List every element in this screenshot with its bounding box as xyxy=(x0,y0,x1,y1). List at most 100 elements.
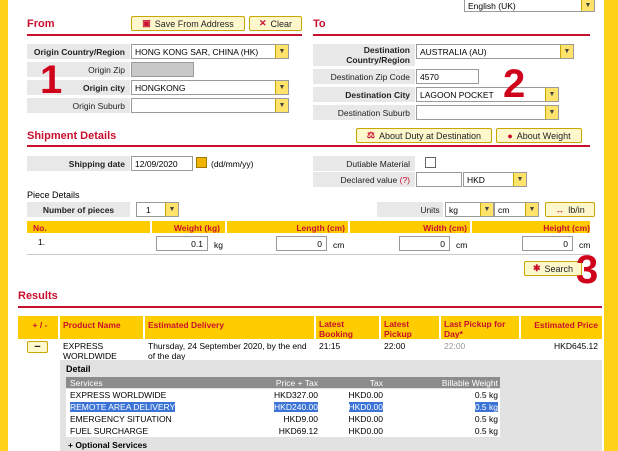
col-sep xyxy=(519,316,521,339)
dest-zip-input[interactable]: 4570 xyxy=(416,69,479,84)
clear-button[interactable]: ✕ Clear xyxy=(249,16,302,31)
dest-city-label: Destination City xyxy=(313,87,415,102)
col-sep xyxy=(58,316,60,339)
result-booking: 21:15 xyxy=(319,341,341,351)
shipping-date-input[interactable]: 12/09/2020 xyxy=(131,156,193,171)
close-icon: ✕ xyxy=(258,18,267,28)
origin-city-select[interactable]: HONGKONG ▼ xyxy=(131,80,289,95)
to-title: To xyxy=(313,18,326,30)
right-yellow-band xyxy=(604,0,618,451)
search-label: Search xyxy=(544,263,574,274)
chevron-down-icon: ▼ xyxy=(275,45,288,58)
detail-row-weight: 0.5 kg xyxy=(474,414,498,424)
piece-col-weight: Weight (kg) xyxy=(173,223,220,233)
origin-country-label: Origin Country/Region xyxy=(27,44,130,59)
optional-services-toggle[interactable]: + Optional Services xyxy=(68,440,147,450)
detail-row-weight: 0.5 kg xyxy=(474,426,498,436)
chevron-down-icon: ▼ xyxy=(513,173,526,186)
origin-suburb-select[interactable]: ▼ xyxy=(131,98,289,113)
piece-col-height: Height (cm) xyxy=(543,223,590,233)
declared-help-link[interactable]: (?) xyxy=(400,175,410,185)
results-col-delivery: Estimated Delivery xyxy=(148,320,225,330)
detail-row-tax: HKD0.00 xyxy=(348,426,384,436)
currency-select[interactable]: HKD ▼ xyxy=(463,172,527,187)
origin-city-value: HONGKONG xyxy=(135,82,186,93)
width-value: 0 xyxy=(440,238,445,249)
results-divider xyxy=(18,306,602,308)
chevron-down-icon: ▼ xyxy=(480,203,493,216)
dest-suburb-select[interactable]: ▼ xyxy=(416,105,559,120)
units-label-text: Units xyxy=(420,204,440,215)
dest-country-select[interactable]: AUSTRALIA (AU) ▼ xyxy=(416,44,574,59)
col-sep xyxy=(348,221,350,233)
detail-col-weight: Billable Weight xyxy=(441,378,498,388)
detail-col-services: Services xyxy=(70,378,103,388)
detail-row-price: HKD327.00 xyxy=(274,390,318,400)
piece-row-number: 1. xyxy=(38,237,46,247)
detail-row-price: HKD9.00 xyxy=(283,414,319,424)
dutiable-checkbox[interactable] xyxy=(425,157,436,168)
save-icon: ▣ xyxy=(142,18,151,28)
col-sep xyxy=(314,316,316,339)
search-button[interactable]: ✱ Search xyxy=(524,261,582,276)
chevron-down-icon: ▼ xyxy=(545,88,558,101)
weight-unit-select[interactable]: kg ▼ xyxy=(445,202,494,217)
detail-row-price: HKD240.00 xyxy=(274,402,318,412)
dest-city-select[interactable]: LAGOON POCKET ▼ xyxy=(416,87,559,102)
origin-zip-input[interactable] xyxy=(131,62,194,77)
chevron-down-icon: ▼ xyxy=(275,81,288,94)
detail-row-service: REMOTE AREA DELIVERY xyxy=(70,402,176,412)
result-pickup: 22:00 xyxy=(384,341,406,351)
lb-in-button[interactable]: ↔ lb/in xyxy=(545,202,595,217)
col-sep xyxy=(150,221,152,233)
collapse-button[interactable]: − xyxy=(27,341,48,353)
origin-country-select[interactable]: HONG KONG SAR, CHINA (HK) ▼ xyxy=(131,44,289,59)
height-input[interactable]: 0 xyxy=(522,236,573,251)
detail-row-service: EXPRESS WORLDWIDE xyxy=(70,390,167,400)
detail-row-weight: 0.5 kg xyxy=(474,402,498,412)
width-input[interactable]: 0 xyxy=(399,236,450,251)
swap-arrows-icon: ↔ xyxy=(555,204,565,215)
declared-value-label: Declared value (?) xyxy=(313,172,415,187)
number-of-pieces-select[interactable]: 1 ▼ xyxy=(136,202,179,217)
piece-col-width: Width (cm) xyxy=(423,223,467,233)
col-sep xyxy=(143,316,145,339)
about-weight-label: About Weight xyxy=(516,130,571,141)
clear-label: Clear xyxy=(270,18,293,29)
chevron-down-icon: ▼ xyxy=(525,203,538,216)
detail-row-tax: HKD0.00 xyxy=(348,390,384,400)
col-sep xyxy=(470,221,472,233)
calendar-icon[interactable] xyxy=(196,157,207,168)
piece-col-length: Length (cm) xyxy=(296,223,345,233)
date-format-hint: (dd/mm/yy) xyxy=(211,159,254,169)
step-marker-1: 1 xyxy=(40,58,63,102)
results-col-price: Estimated Price xyxy=(534,320,598,330)
save-from-address-button[interactable]: ▣ Save From Address xyxy=(131,16,245,31)
dest-zip-label: Destination Zip Code xyxy=(313,69,415,84)
detail-row-price: HKD69.12 xyxy=(278,426,318,436)
about-duty-label: About Duty at Destination xyxy=(379,130,482,141)
shipment-divider xyxy=(27,145,590,147)
detail-row-tax: HKD0.00 xyxy=(348,402,383,412)
about-duty-button[interactable]: ⚖ About Duty at Destination xyxy=(356,128,492,143)
col-sep xyxy=(225,221,227,233)
piece-row-divider xyxy=(27,254,590,255)
weight-unit-text: kg xyxy=(214,240,223,250)
detail-row-tax: HKD0.00 xyxy=(348,414,384,424)
length-unit-select[interactable]: cm ▼ xyxy=(494,202,539,217)
minus-icon: − xyxy=(34,341,41,353)
to-divider xyxy=(313,34,590,36)
number-of-pieces-value: 1 xyxy=(146,204,151,215)
info-icon: ● xyxy=(507,130,513,141)
declared-value-input[interactable] xyxy=(416,172,462,187)
result-price: HKD645.12 xyxy=(554,341,598,351)
weight-value: 0.1 xyxy=(191,238,203,249)
units-label: Units xyxy=(377,202,443,217)
language-select[interactable]: English (UK) ▼ xyxy=(464,0,595,12)
height-value: 0 xyxy=(563,238,568,249)
about-weight-button[interactable]: ● About Weight xyxy=(496,128,582,143)
chevron-down-icon: ▼ xyxy=(545,106,558,119)
length-input[interactable]: 0 xyxy=(276,236,327,251)
weight-input[interactable]: 0.1 xyxy=(156,236,208,251)
detail-col-price: Price + Tax xyxy=(275,378,318,388)
